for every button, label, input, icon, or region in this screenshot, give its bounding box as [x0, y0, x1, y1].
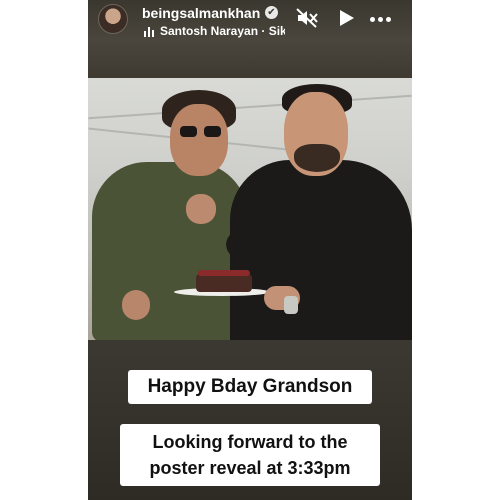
avatar[interactable] [98, 4, 128, 34]
verified-badge-icon: ✔ [265, 6, 278, 19]
sticker-line: Looking forward to the [152, 432, 348, 452]
music-label[interactable]: Santosh Narayan · Sik [160, 24, 285, 38]
story-photo [88, 78, 412, 340]
music-bars-icon [144, 27, 156, 37]
text-sticker-poster: Looking forward to the poster reveal at … [120, 424, 380, 486]
more-icon[interactable] [370, 17, 392, 23]
mute-icon[interactable] [296, 8, 318, 28]
story-viewer[interactable]: beingsalmankhan ✔ Santosh Narayan · Sik [88, 0, 412, 500]
username[interactable]: beingsalmankhan [142, 5, 260, 21]
sticker-line: poster reveal at 3:33pm [149, 458, 351, 478]
story-header: beingsalmankhan ✔ Santosh Narayan · Sik [88, 0, 412, 60]
text-sticker-birthday: Happy Bday Grandson [128, 370, 372, 404]
play-icon[interactable] [340, 10, 354, 26]
